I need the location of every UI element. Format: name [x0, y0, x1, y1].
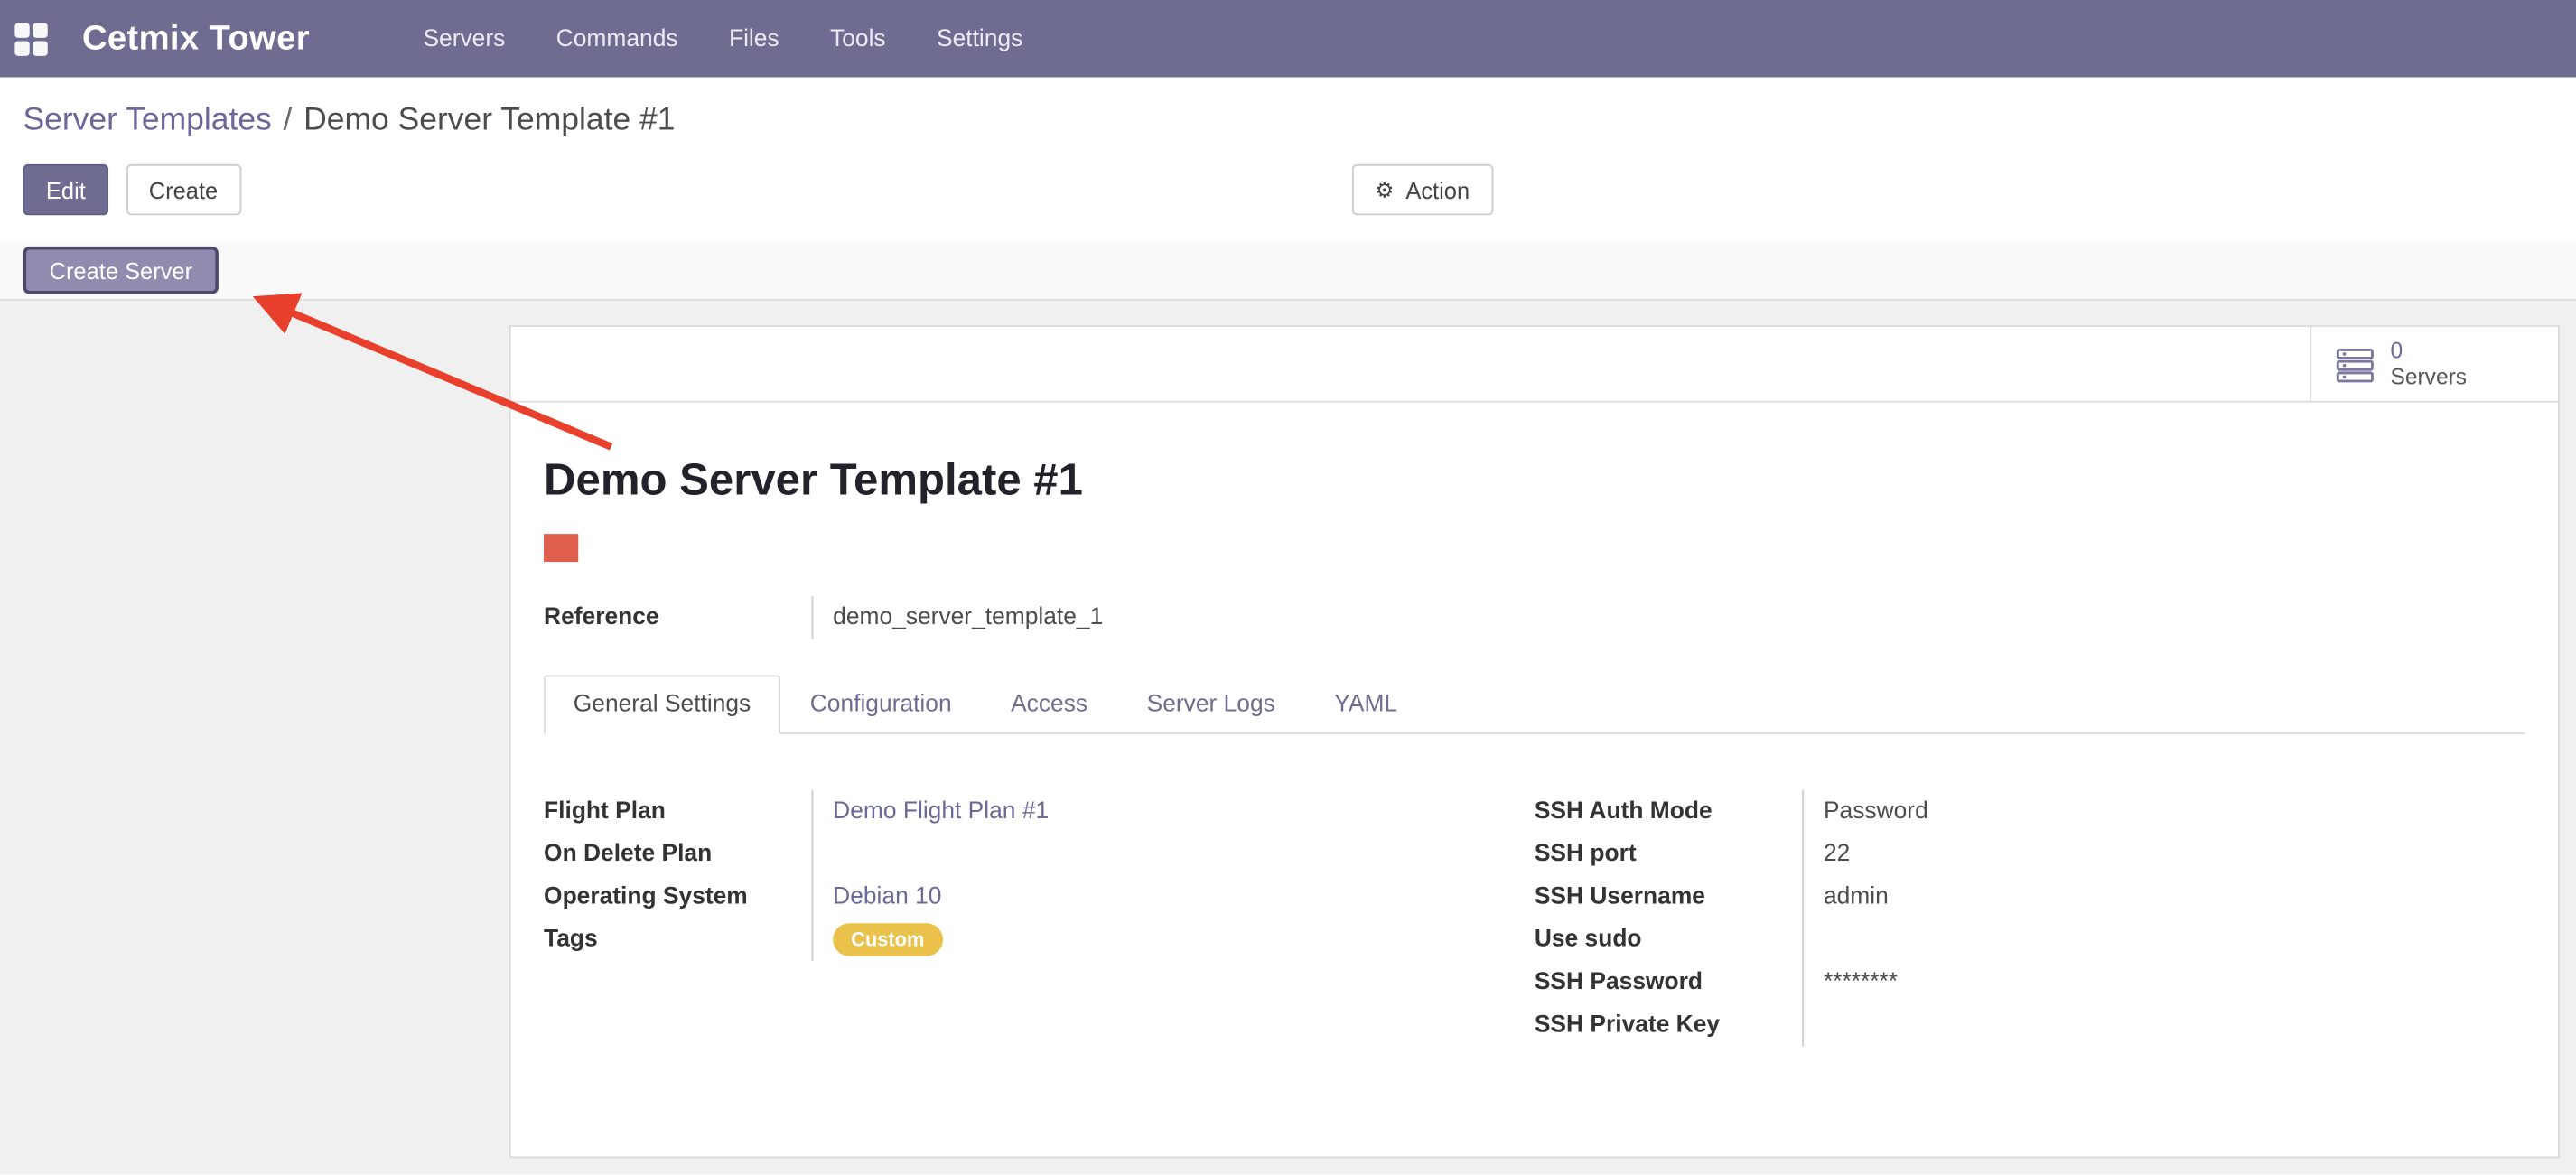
field-row-reference: Reference demo_server_template_1 [544, 596, 1194, 639]
field-label: SSH port [1535, 833, 1803, 875]
stat-label: Servers [2390, 364, 2467, 390]
flight-plan-link[interactable]: Demo Flight Plan #1 [812, 790, 1194, 833]
reference-value: demo_server_template_1 [812, 596, 1194, 639]
breadcrumb-parent-link[interactable]: Server Templates [23, 102, 271, 138]
menu-item-settings[interactable]: Settings [929, 15, 1031, 61]
breadcrumb-separator: / [284, 102, 293, 138]
tag-pill: Custom [833, 923, 942, 956]
field-row-on-delete-plan: On Delete Plan [544, 833, 1194, 875]
field-label: Use sudo [1535, 919, 1803, 961]
color-swatch[interactable] [544, 534, 578, 562]
field-label: Reference [544, 596, 812, 639]
control-panel: Server Templates / Demo Server Template #1… [0, 77, 2576, 241]
form-sheet: 0 Servers Demo Server Template #1 Refere… [509, 325, 2560, 1158]
field-label: Operating System [544, 875, 812, 918]
top-menu: Servers Commands Files Tools Settings [415, 15, 1065, 61]
edit-button[interactable]: Edit [23, 164, 108, 215]
notebook-tabs: General Settings Configuration Access Se… [544, 676, 2525, 734]
field-row-flight-plan: Flight Plan Demo Flight Plan #1 [544, 790, 1194, 833]
apps-grid-square [14, 23, 29, 37]
button-row: Edit Create ⚙ Action [23, 164, 2576, 215]
field-row-ssh-private-key: SSH Private Key [1535, 1003, 2185, 1046]
right-field-group: SSH Auth Mode Password SSH port 22 SSH U… [1535, 790, 2525, 1047]
field-label: Tags [544, 919, 812, 961]
field-row-tags: Tags Custom [544, 919, 1194, 961]
apps-grid-square [33, 41, 47, 55]
ssh-port-value: 22 [1803, 833, 2185, 875]
on-delete-plan-value [812, 833, 1194, 875]
action-button-label: Action [1405, 177, 1470, 203]
field-label: SSH Username [1535, 875, 1803, 918]
create-button[interactable]: Create [126, 164, 240, 215]
tab-configuration[interactable]: Configuration [780, 676, 981, 734]
field-row-ssh-password: SSH Password ******** [1535, 961, 2185, 1003]
field-row-ssh-auth-mode: SSH Auth Mode Password [1535, 790, 2185, 833]
use-sudo-value [1803, 919, 2185, 961]
create-server-button[interactable]: Create Server [23, 247, 219, 294]
content-area: 0 Servers Demo Server Template #1 Refere… [0, 301, 2576, 1175]
sheet-topbar: 0 Servers [511, 327, 2558, 403]
apps-grid-icon[interactable] [14, 23, 47, 55]
tab-general-settings[interactable]: General Settings [544, 676, 780, 734]
servers-stat-button[interactable]: 0 Servers [2310, 327, 2558, 401]
breadcrumb: Server Templates / Demo Server Template #1 [23, 102, 675, 140]
operating-system-link[interactable]: Debian 10 [812, 875, 1194, 918]
field-label: SSH Auth Mode [1535, 790, 1803, 833]
action-button[interactable]: ⚙ Action [1352, 164, 1493, 215]
servers-icon [2336, 346, 2375, 382]
tags-value: Custom [812, 919, 1194, 961]
gear-icon: ⚙ [1375, 179, 1394, 200]
form-header-strip: Create Server [0, 241, 2576, 300]
page-title: Demo Server Template #1 [544, 455, 2525, 506]
field-row-ssh-port: SSH port 22 [1535, 833, 2185, 875]
field-label: SSH Password [1535, 961, 1803, 1003]
tab-page-general-settings: Flight Plan Demo Flight Plan #1 On Delet… [544, 734, 2525, 1047]
ssh-username-value: admin [1803, 875, 2185, 918]
stat-text: 0 Servers [2390, 338, 2467, 390]
ssh-auth-mode-value: Password [1803, 790, 2185, 833]
menu-item-servers[interactable]: Servers [415, 15, 513, 61]
tab-access[interactable]: Access [981, 676, 1117, 734]
apps-grid-square [33, 23, 47, 37]
breadcrumb-current: Demo Server Template #1 [303, 102, 675, 138]
menu-item-files[interactable]: Files [721, 15, 788, 61]
apps-grid-square [14, 41, 29, 55]
field-row-ssh-username: SSH Username admin [1535, 875, 2185, 918]
field-row-use-sudo: Use sudo [1535, 919, 2185, 961]
reference-group: Reference demo_server_template_1 [544, 596, 1194, 639]
field-label: SSH Private Key [1535, 1003, 1803, 1046]
sheet-body: Demo Server Template #1 Reference demo_s… [511, 455, 2558, 1047]
page: Cetmix Tower Servers Commands Files Tool… [0, 0, 2576, 1174]
field-label: Flight Plan [544, 790, 812, 833]
menu-item-tools[interactable]: Tools [822, 15, 894, 61]
field-row-operating-system: Operating System Debian 10 [544, 875, 1194, 918]
tab-yaml[interactable]: YAML [1305, 676, 1427, 734]
left-field-group: Flight Plan Demo Flight Plan #1 On Delet… [544, 790, 1535, 1047]
app-brand[interactable]: Cetmix Tower [82, 19, 310, 59]
menu-item-commands[interactable]: Commands [548, 15, 686, 61]
tab-server-logs[interactable]: Server Logs [1117, 676, 1305, 734]
stat-value: 0 [2390, 338, 2467, 364]
top-navbar: Cetmix Tower Servers Commands Files Tool… [0, 0, 2576, 77]
ssh-private-key-value [1803, 1003, 2185, 1046]
ssh-password-value: ******** [1803, 961, 2185, 1003]
field-label: On Delete Plan [544, 833, 812, 875]
